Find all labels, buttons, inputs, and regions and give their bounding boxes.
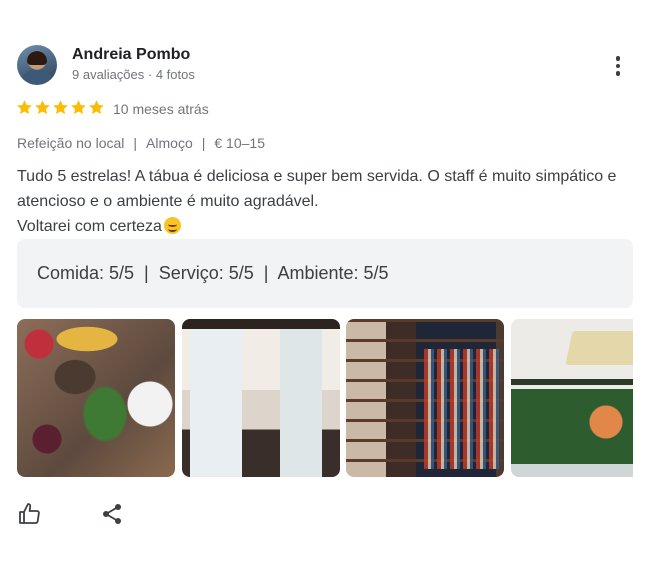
review-time: 10 meses atrás bbox=[113, 101, 209, 117]
review-text-line: Tudo 5 estrelas! A tábua é deliciosa e s… bbox=[17, 168, 617, 210]
attribute-separator: | bbox=[133, 135, 138, 151]
review-photo-food[interactable] bbox=[17, 319, 175, 477]
star-icon bbox=[53, 100, 68, 115]
star-icon bbox=[71, 100, 86, 115]
more-vert-icon bbox=[615, 56, 621, 61]
review-photo-wall[interactable] bbox=[511, 319, 633, 477]
sub-ratings-text: Comida: 5/5 | Serviço: 5/5 | Ambiente: 5… bbox=[37, 263, 389, 283]
share-icon bbox=[103, 504, 121, 524]
star-icon bbox=[35, 100, 50, 115]
review-text: Tudo 5 estrelas! A tábua é deliciosa e s… bbox=[17, 164, 627, 239]
star-icon bbox=[89, 100, 104, 115]
review-photo-bar[interactable] bbox=[346, 319, 504, 477]
more-options-button[interactable] bbox=[606, 52, 630, 80]
share-button[interactable] bbox=[99, 501, 125, 527]
attribute-meal: Almoço bbox=[146, 135, 193, 151]
review-text-line: Voltarei com certeza bbox=[17, 218, 162, 235]
review-photos[interactable] bbox=[17, 319, 633, 477]
attribute-price: € 10–15 bbox=[214, 135, 265, 151]
thumb-up-icon bbox=[19, 503, 40, 524]
review-attributes: Refeição no local | Almoço | € 10–15 bbox=[17, 135, 265, 151]
sub-ratings-box: Comida: 5/5 | Serviço: 5/5 | Ambiente: 5… bbox=[17, 239, 633, 308]
reviewer-avatar[interactable] bbox=[17, 45, 57, 85]
review-actions bbox=[17, 501, 125, 527]
star-icon bbox=[17, 100, 32, 115]
attribute-service: Refeição no local bbox=[17, 135, 125, 151]
review-photo-interior[interactable] bbox=[182, 319, 340, 477]
reviewer-name[interactable]: Andreia Pombo bbox=[72, 46, 190, 64]
attribute-separator: | bbox=[201, 135, 206, 151]
like-button[interactable] bbox=[17, 501, 43, 527]
reviewer-meta: 9 avaliações · 4 fotos bbox=[72, 67, 195, 82]
smiling-face-emoji bbox=[163, 217, 181, 234]
star-rating bbox=[16, 99, 105, 116]
